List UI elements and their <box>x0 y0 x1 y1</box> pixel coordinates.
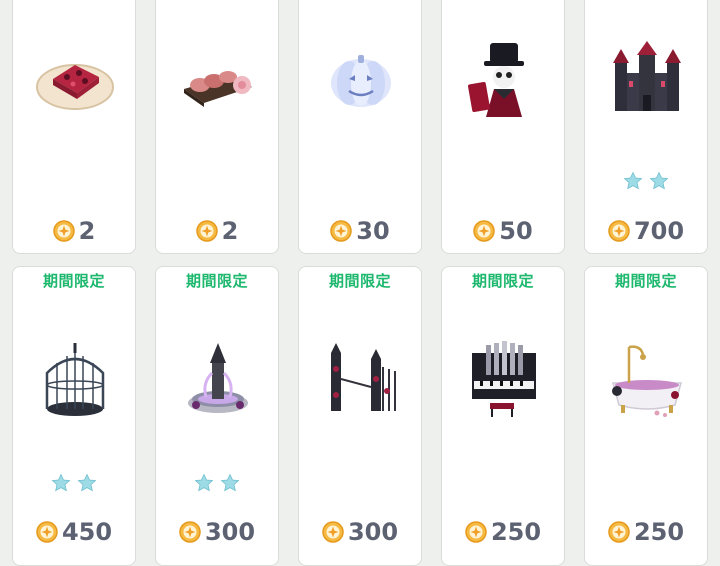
coin-icon <box>608 220 630 242</box>
coin-icon <box>473 220 495 242</box>
price-value: 700 <box>633 217 685 245</box>
price-tag: 700 <box>585 216 707 246</box>
rarity-stars <box>13 473 135 495</box>
star-icon <box>51 473 71 493</box>
price-tag: 2 <box>156 216 278 246</box>
star-icon <box>77 473 97 493</box>
coin-icon <box>330 220 352 242</box>
gothic-bathtub-icon <box>612 345 682 417</box>
price-value: 250 <box>490 518 542 546</box>
shop-item-card[interactable]: 期間限定 250 <box>441 266 565 566</box>
berry-tart-plate-icon <box>36 64 114 110</box>
price-value: 2 <box>221 217 239 245</box>
price-value: 300 <box>347 518 399 546</box>
shop-item-card[interactable]: 2 <box>12 0 136 254</box>
dark-castle-icon <box>613 41 681 111</box>
star-icon <box>623 171 643 191</box>
shop-item-card[interactable]: 50 <box>441 0 565 254</box>
shop-item-card[interactable]: 期間限定 450 <box>12 266 136 566</box>
rarity-stars <box>585 171 707 193</box>
coin-icon <box>36 521 58 543</box>
price-tag: 250 <box>442 517 564 547</box>
limited-time-badge: 期間限定 <box>471 272 534 290</box>
price-value: 250 <box>633 518 685 546</box>
price-tag: 250 <box>585 517 707 547</box>
rarity-stars <box>156 473 278 495</box>
price-tag: 300 <box>299 517 421 547</box>
coin-icon <box>465 521 487 543</box>
shop-grid: 2 2 30 50 700 期間限定 450 期間限定 300 期間限定 300… <box>0 0 720 566</box>
limited-time-badge: 期間限定 <box>614 272 677 290</box>
limited-time-badge: 期間限定 <box>42 272 105 290</box>
gothic-pipe-organ-icon <box>472 341 536 417</box>
meat-board-icon <box>184 71 252 107</box>
price-tag: 2 <box>13 216 135 246</box>
price-value: 450 <box>61 518 113 546</box>
price-tag: 50 <box>442 216 564 246</box>
price-tag: 30 <box>299 216 421 246</box>
shop-item-card[interactable]: 2 <box>155 0 279 254</box>
price-tag: 450 <box>13 517 135 547</box>
price-value: 300 <box>204 518 256 546</box>
coin-icon <box>196 220 218 242</box>
coin-icon <box>608 521 630 543</box>
coin-icon <box>179 521 201 543</box>
coin-icon <box>322 521 344 543</box>
skeleton-magician-icon <box>468 43 524 117</box>
shop-item-card[interactable]: 期間限定 250 <box>584 266 708 566</box>
price-tag: 300 <box>156 517 278 547</box>
star-icon <box>194 473 214 493</box>
shop-item-card[interactable]: 700 <box>584 0 708 254</box>
price-value: 50 <box>499 217 533 245</box>
coin-icon <box>53 220 75 242</box>
gothic-gate-icon <box>331 343 396 411</box>
gothic-birdcage-icon <box>45 343 105 416</box>
price-value: 2 <box>78 217 96 245</box>
shop-item-card[interactable]: 30 <box>298 0 422 254</box>
shop-item-card[interactable]: 期間限定 300 <box>298 266 422 566</box>
shop-item-card[interactable]: 期間限定 300 <box>155 266 279 566</box>
gothic-fountain-icon <box>188 343 248 413</box>
ghost-pumpkin-icon <box>331 55 391 107</box>
limited-time-badge: 期間限定 <box>328 272 391 290</box>
star-icon <box>649 171 669 191</box>
star-icon <box>220 473 240 493</box>
limited-time-badge: 期間限定 <box>185 272 248 290</box>
price-value: 30 <box>356 217 390 245</box>
